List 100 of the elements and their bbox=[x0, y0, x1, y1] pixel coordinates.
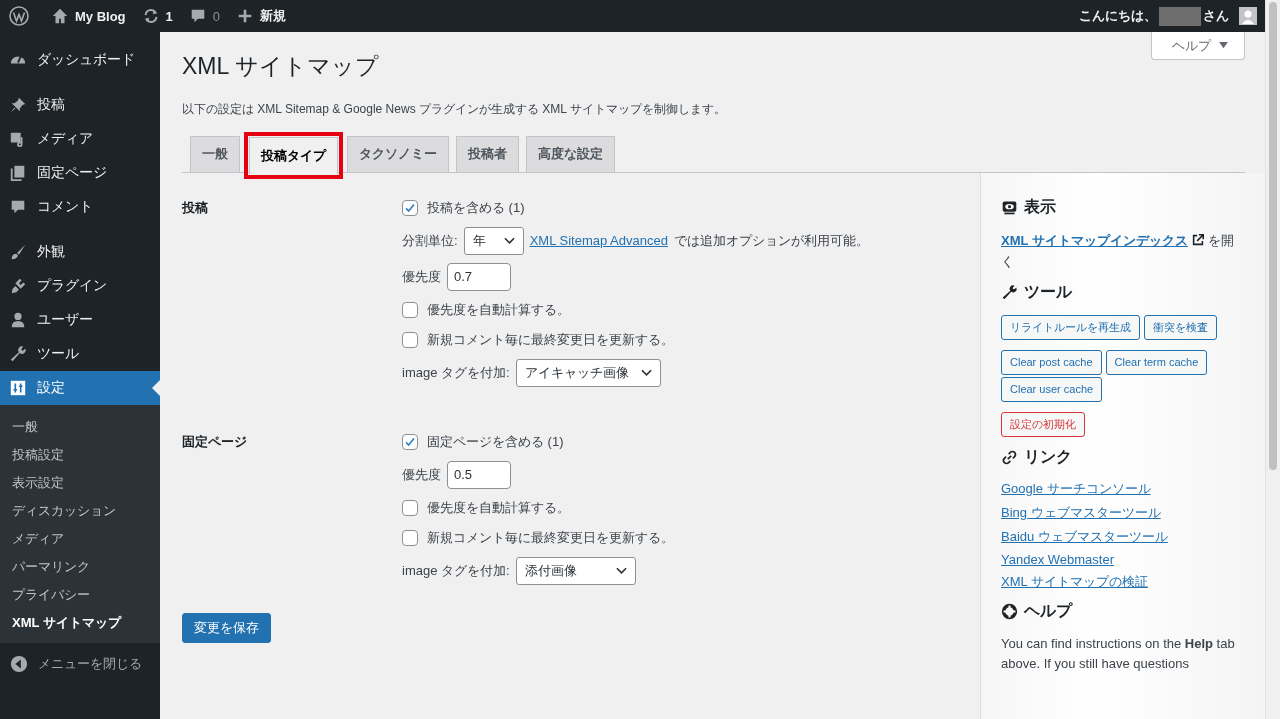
sitemap-index-link[interactable]: XML サイトマップインデックス bbox=[1001, 232, 1205, 248]
collapse-menu-button[interactable]: メニューを閉じる bbox=[0, 643, 160, 673]
panel-heading: リンク bbox=[1024, 446, 1072, 467]
chevron-down-icon bbox=[615, 566, 627, 575]
checkbox[interactable] bbox=[402, 529, 418, 546]
redaction-block bbox=[1159, 6, 1201, 26]
section-title: 投稿 bbox=[182, 198, 209, 217]
tab[interactable]: 投稿者 bbox=[456, 135, 519, 172]
field-label: image タグを付加: bbox=[402, 561, 510, 580]
chevron-down-icon bbox=[503, 236, 515, 245]
collapse-icon bbox=[10, 655, 28, 673]
field-label: 優先度 bbox=[402, 465, 441, 484]
panel-heading: ヘルプ bbox=[1024, 600, 1072, 621]
submenu-item[interactable]: 一般 bbox=[0, 413, 160, 441]
page-title: XML サイトマップ bbox=[182, 52, 380, 81]
user-icon bbox=[9, 311, 27, 329]
home-icon bbox=[51, 7, 69, 25]
priority-field[interactable]: 0.5 bbox=[447, 460, 511, 489]
submenu-item[interactable]: ディスカッション bbox=[0, 497, 160, 525]
checkbox-label: 固定ページを含める (1) bbox=[427, 432, 564, 451]
field-label: 分割単位: bbox=[402, 231, 458, 250]
checkbox[interactable] bbox=[402, 301, 418, 318]
pin-icon bbox=[9, 96, 27, 114]
site-link[interactable]: My Blog bbox=[43, 0, 134, 32]
panel-heading: 表示 bbox=[1024, 196, 1056, 217]
pages-icon bbox=[9, 164, 27, 182]
resource-link[interactable]: Baidu ウェブマスターツール bbox=[1001, 527, 1168, 546]
wrench-icon bbox=[9, 345, 27, 363]
save-button[interactable]: 変更を保存 bbox=[182, 612, 271, 643]
open-sitemap-text: XML サイトマップインデックス を開く bbox=[1001, 231, 1236, 271]
help-text: You can find instructions on the Help tab above. If you still have questions bbox=[1001, 634, 1236, 673]
menu-item[interactable]: 固定ページ bbox=[0, 156, 160, 190]
submenu-item[interactable]: パーマリンク bbox=[0, 553, 160, 581]
comment-icon bbox=[9, 198, 27, 216]
account-link[interactable]: こんにちは、 さん bbox=[1079, 0, 1257, 32]
submenu-item[interactable]: メディア bbox=[0, 525, 160, 553]
resource-link[interactable]: Bing ウェブマスターツール bbox=[1001, 503, 1161, 522]
menu-item[interactable]: 設定 bbox=[0, 371, 160, 405]
submenu-item[interactable]: プライバシー bbox=[0, 581, 160, 609]
tool-button[interactable]: Clear post cache bbox=[1001, 349, 1102, 375]
select-field[interactable]: 年 bbox=[463, 226, 524, 255]
help-button[interactable]: ヘルプ bbox=[1151, 32, 1245, 60]
wrench-icon bbox=[1001, 283, 1018, 301]
checkbox-label: 投稿を含める (1) bbox=[427, 198, 525, 217]
tool-button[interactable]: リライトルールを再生成 bbox=[1001, 314, 1140, 340]
select-field[interactable]: 添付画像 bbox=[515, 556, 636, 585]
honorific: さん bbox=[1203, 7, 1229, 25]
checkbox-label: 新規コメント毎に最終変更日を更新する。 bbox=[427, 528, 674, 547]
tab[interactable]: 一般 bbox=[190, 135, 240, 172]
field-label: 優先度 bbox=[402, 267, 441, 286]
sliders-icon bbox=[9, 379, 27, 397]
logo-icon[interactable] bbox=[9, 6, 29, 26]
submenu-item[interactable]: 投稿設定 bbox=[0, 441, 160, 469]
caret-icon bbox=[1219, 42, 1228, 49]
resource-link[interactable]: Google サーチコンソール bbox=[1001, 479, 1151, 498]
menu-item[interactable]: 外観 bbox=[0, 235, 160, 269]
checkbox-label: 優先度を自動計算する。 bbox=[427, 300, 570, 319]
avatar-icon bbox=[1239, 7, 1257, 25]
resource-link[interactable]: Yandex Webmaster bbox=[1001, 551, 1114, 567]
tab[interactable]: タクソノミー bbox=[347, 135, 449, 172]
tool-button[interactable]: Clear user cache bbox=[1001, 376, 1103, 402]
page-description: 以下の設定は XML Sitemap & Google News プラグインが生成する XML サイトマップを制御します。 bbox=[182, 100, 727, 118]
menu-item[interactable]: メディア bbox=[0, 122, 160, 156]
checkbox-label: 優先度を自動計算する。 bbox=[427, 498, 570, 517]
submenu-item[interactable]: 表示設定 bbox=[0, 469, 160, 497]
greeting: こんにちは、 bbox=[1079, 7, 1157, 25]
tool-button[interactable]: 衝突を検査 bbox=[1144, 314, 1217, 340]
resource-link[interactable]: XML サイトマップの検証 bbox=[1001, 572, 1148, 591]
tab[interactable]: 高度な設定 bbox=[526, 135, 615, 172]
field-label: image タグを付加: bbox=[402, 363, 510, 382]
menu-item[interactable]: ダッシュボード bbox=[0, 43, 160, 77]
panel-heading: ツール bbox=[1024, 281, 1072, 302]
tab[interactable]: 投稿タイプ bbox=[249, 136, 338, 174]
checkbox[interactable] bbox=[402, 331, 418, 348]
new-link[interactable]: 新規 bbox=[228, 0, 295, 32]
tool-button[interactable]: 設定の初期化 bbox=[1001, 411, 1085, 437]
checkbox[interactable] bbox=[402, 433, 418, 450]
new-label: 新規 bbox=[260, 7, 287, 25]
submenu-item[interactable]: XML サイトマップ bbox=[0, 609, 160, 637]
comments-link[interactable]: 0 bbox=[180, 0, 229, 32]
menu-item[interactable]: ユーザー bbox=[0, 303, 160, 337]
checkbox-label: 新規コメント毎に最終変更日を更新する。 bbox=[427, 330, 674, 349]
scrollbar[interactable] bbox=[1265, 0, 1280, 719]
checkbox[interactable] bbox=[402, 499, 418, 516]
menu-item[interactable]: プラグイン bbox=[0, 269, 160, 303]
updates-link[interactable]: 1 bbox=[133, 0, 181, 32]
tool-button[interactable]: Clear term cache bbox=[1105, 349, 1208, 375]
menu-item[interactable]: ツール bbox=[0, 337, 160, 371]
link-icon bbox=[1001, 448, 1018, 466]
update-count: 1 bbox=[165, 8, 173, 24]
menu-item[interactable]: コメント bbox=[0, 190, 160, 224]
priority-field[interactable]: 0.7 bbox=[447, 262, 511, 291]
checkbox[interactable] bbox=[402, 199, 418, 216]
site-name: My Blog bbox=[75, 8, 126, 24]
menu-item[interactable]: 投稿 bbox=[0, 88, 160, 122]
select-field[interactable]: アイキャッチ画像 bbox=[515, 358, 661, 387]
advanced-link[interactable]: XML Sitemap Advanced bbox=[529, 233, 668, 249]
plug-icon bbox=[9, 277, 27, 295]
brush-icon bbox=[9, 243, 27, 261]
section-title: 固定ページ bbox=[182, 432, 248, 451]
